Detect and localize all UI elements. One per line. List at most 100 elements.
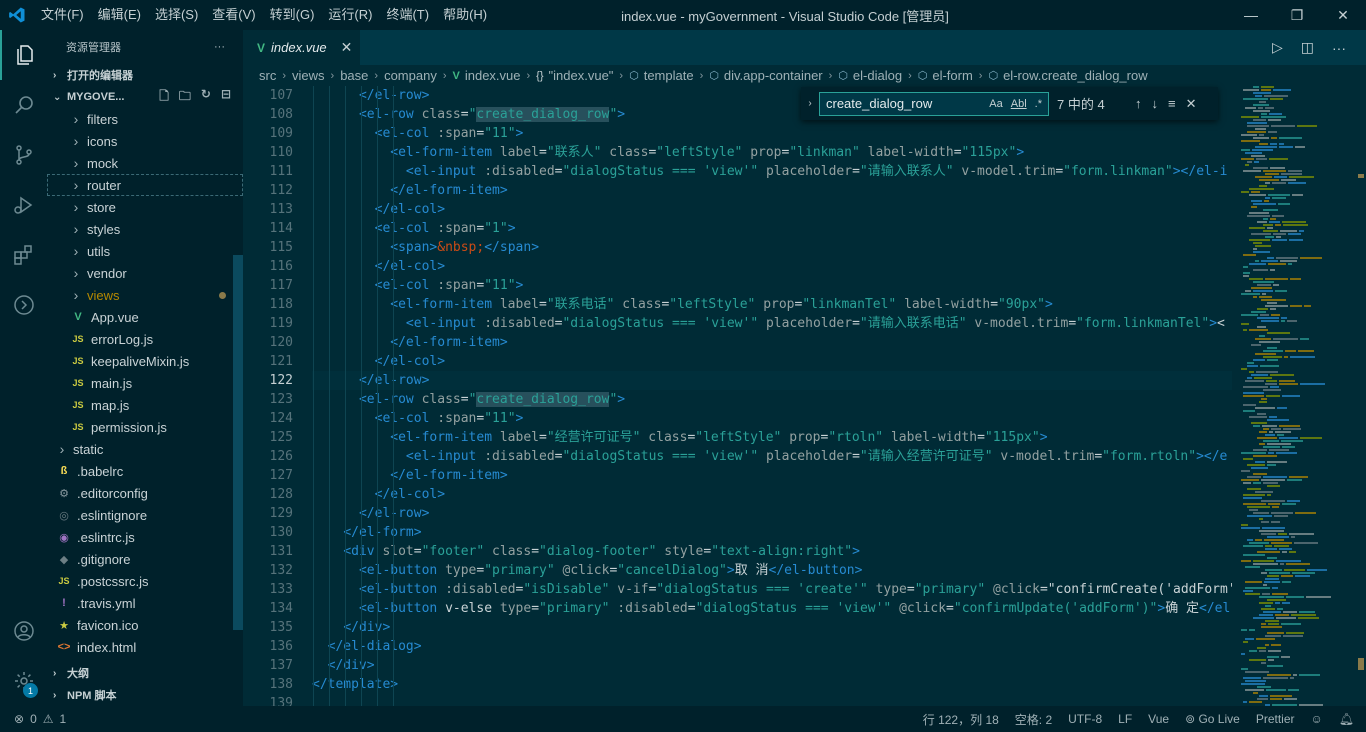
tree-item-eslintrcjs[interactable]: ◉ .eslintrc.js	[47, 526, 243, 548]
match-case-button[interactable]: Aa	[989, 98, 1002, 110]
tree-item-postcssrcjs[interactable]: JS .postcssrc.js	[47, 570, 243, 592]
tree-item-eslintignore[interactable]: ◎ .eslintignore	[47, 504, 243, 526]
breadcrumb-item[interactable]: views	[292, 68, 325, 83]
notifications-bell-icon[interactable]: 🔔︎	[1339, 712, 1354, 726]
tree-item-store[interactable]: › store	[47, 196, 243, 218]
tree-item-appvue[interactable]: V App.vue	[47, 306, 243, 328]
menu-item[interactable]: 选择(S)	[148, 0, 205, 30]
next-match-icon[interactable]: ↓	[1152, 96, 1159, 112]
breadcrumb-item[interactable]: template	[644, 68, 694, 83]
regex-button[interactable]: .*	[1035, 98, 1042, 110]
code-line[interactable]: <el-button :disabled="isDisable" v-if="d…	[312, 580, 1232, 599]
code-line[interactable]: <el-col :span="1">	[312, 219, 1232, 238]
go-live-button[interactable]: ⊚ Go Live	[1185, 712, 1240, 726]
find-in-selection-icon[interactable]: ≡	[1168, 96, 1176, 112]
previous-match-icon[interactable]: ↑	[1135, 96, 1142, 112]
indentation[interactable]: 空格: 2	[1015, 711, 1052, 728]
code-lines[interactable]: </el-row> <el-row class="create_dialog_r…	[312, 86, 1232, 706]
toggle-replace-icon[interactable]: ›	[801, 98, 819, 109]
code-line[interactable]: <el-button v-else type="primary" :disabl…	[312, 599, 1232, 618]
code-line[interactable]: </el-form>	[312, 523, 1232, 542]
tree-item-travisyml[interactable]: ! .travis.yml	[47, 592, 243, 614]
code-line[interactable]: </el-col>	[312, 200, 1232, 219]
code-line[interactable]: <el-row class="create_dialog_row">	[312, 390, 1232, 409]
search-icon[interactable]	[0, 80, 47, 130]
outline-section[interactable]: › 大纲	[47, 662, 243, 684]
code-line[interactable]: <el-col :span="11">	[312, 276, 1232, 295]
sidebar-scrollbar[interactable]	[233, 255, 243, 630]
source-control-icon[interactable]	[0, 130, 47, 180]
refresh-icon[interactable]: ↻	[201, 87, 211, 108]
project-section[interactable]: ⌄ MYGOVE... 🗋 🗀 ↻ ⊟	[47, 86, 243, 108]
tree-item-views[interactable]: › views	[47, 284, 243, 306]
code-line[interactable]: <el-col :span="11">	[312, 409, 1232, 428]
tree-item-mock[interactable]: › mock	[47, 152, 243, 174]
code-line[interactable]: <span>&nbsp;</span>	[312, 238, 1232, 257]
code-line[interactable]: </div>	[312, 618, 1232, 637]
tree-item-styles[interactable]: › styles	[47, 218, 243, 240]
new-file-icon[interactable]: 🗋	[159, 87, 169, 108]
code-line[interactable]	[312, 694, 1232, 706]
tree-item-mapjs[interactable]: JS map.js	[47, 394, 243, 416]
breadcrumb-item[interactable]: company	[384, 68, 437, 83]
code-line[interactable]: </el-form-item>	[312, 466, 1232, 485]
code-line[interactable]: </el-col>	[312, 257, 1232, 276]
npm-scripts-section[interactable]: › NPM 脚本	[47, 684, 243, 706]
breadcrumb-item[interactable]: el-dialog	[853, 68, 902, 83]
code-line[interactable]: </el-col>	[312, 485, 1232, 504]
code-line[interactable]: <el-input :disabled="dialogStatus === 'v…	[312, 314, 1232, 333]
cursor-position[interactable]: 行 122，列 18	[923, 711, 999, 728]
tree-item-gitignore[interactable]: ◆ .gitignore	[47, 548, 243, 570]
minimap[interactable]	[1233, 86, 1366, 706]
language-mode[interactable]: Vue	[1148, 712, 1169, 726]
run-debug-icon[interactable]	[0, 180, 47, 230]
code-line[interactable]: <el-form-item label="联系电话" class="leftSt…	[312, 295, 1232, 314]
code-line[interactable]: <el-button type="primary" @click="cancel…	[312, 561, 1232, 580]
prettier-button[interactable]: Prettier	[1256, 712, 1295, 726]
code-line[interactable]: </el-row>	[312, 371, 1232, 390]
end-of-line[interactable]: LF	[1118, 712, 1132, 726]
code-line[interactable]: <div slot="footer" class="dialog-footer"…	[312, 542, 1232, 561]
new-folder-icon[interactable]: 🗀	[179, 87, 191, 108]
menu-item[interactable]: 转到(G)	[263, 0, 322, 30]
maximize-button[interactable]: ❐	[1274, 0, 1320, 30]
tree-item-errorlogjs[interactable]: JS errorLog.js	[47, 328, 243, 350]
account-icon[interactable]	[0, 606, 47, 656]
settings-gear-icon[interactable]: 1	[0, 656, 47, 706]
close-find-icon[interactable]: ✕	[1186, 96, 1197, 112]
menu-item[interactable]: 文件(F)	[34, 0, 91, 30]
code-line[interactable]: <el-form-item label="联系人" class="leftSty…	[312, 143, 1232, 162]
breadcrumb-item[interactable]: el-row.create_dialog_row	[1003, 68, 1148, 83]
menu-item[interactable]: 帮助(H)	[436, 0, 494, 30]
tree-item-filters[interactable]: › filters	[47, 108, 243, 130]
breadcrumb-item[interactable]: index.vue	[465, 68, 521, 83]
breadcrumb-item[interactable]: "index.vue"	[549, 68, 614, 83]
breadcrumb-item[interactable]: base	[340, 68, 368, 83]
code-line[interactable]: </el-row>	[312, 504, 1232, 523]
tree-item-utils[interactable]: › utils	[47, 240, 243, 262]
breadcrumb-item[interactable]: src	[259, 68, 276, 83]
tree-item-indexhtml[interactable]: <> index.html	[47, 636, 243, 658]
breadcrumb-item[interactable]: el-form	[932, 68, 972, 83]
problems-indicator[interactable]: ⊗ 0 ⚠ 1	[0, 712, 66, 726]
code-line[interactable]: </div>	[312, 656, 1232, 675]
menu-item[interactable]: 编辑(E)	[91, 0, 148, 30]
feedback-icon[interactable]: ☺	[1311, 712, 1323, 726]
breadcrumb-item[interactable]: div.app-container	[724, 68, 823, 83]
code-line[interactable]: </el-form-item>	[312, 181, 1232, 200]
collapse-all-icon[interactable]: ⊟	[221, 87, 231, 108]
close-tab-button[interactable]: ✕	[341, 39, 353, 56]
code-line[interactable]: <el-col :span="11">	[312, 124, 1232, 143]
tree-item-vendor[interactable]: › vendor	[47, 262, 243, 284]
tree-item-keepalivemixinjs[interactable]: JS keepaliveMixin.js	[47, 350, 243, 372]
code-editor[interactable]: 107 108 109 110 111 112 113 114 115 116 117 118 119 1…	[243, 86, 1366, 706]
run-icon[interactable]: ▷	[1272, 39, 1283, 56]
tree-item-router[interactable]: › router	[47, 174, 243, 196]
menu-item[interactable]: 终端(T)	[379, 0, 436, 30]
code-line[interactable]: </el-col>	[312, 352, 1232, 371]
code-line[interactable]: </el-form-item>	[312, 333, 1232, 352]
code-line[interactable]: <el-input :disabled="dialogStatus === 'v…	[312, 447, 1232, 466]
split-editor-icon[interactable]: ◫	[1301, 39, 1314, 56]
explorer-icon[interactable]	[0, 30, 47, 80]
close-window-button[interactable]: ✕	[1320, 0, 1366, 30]
